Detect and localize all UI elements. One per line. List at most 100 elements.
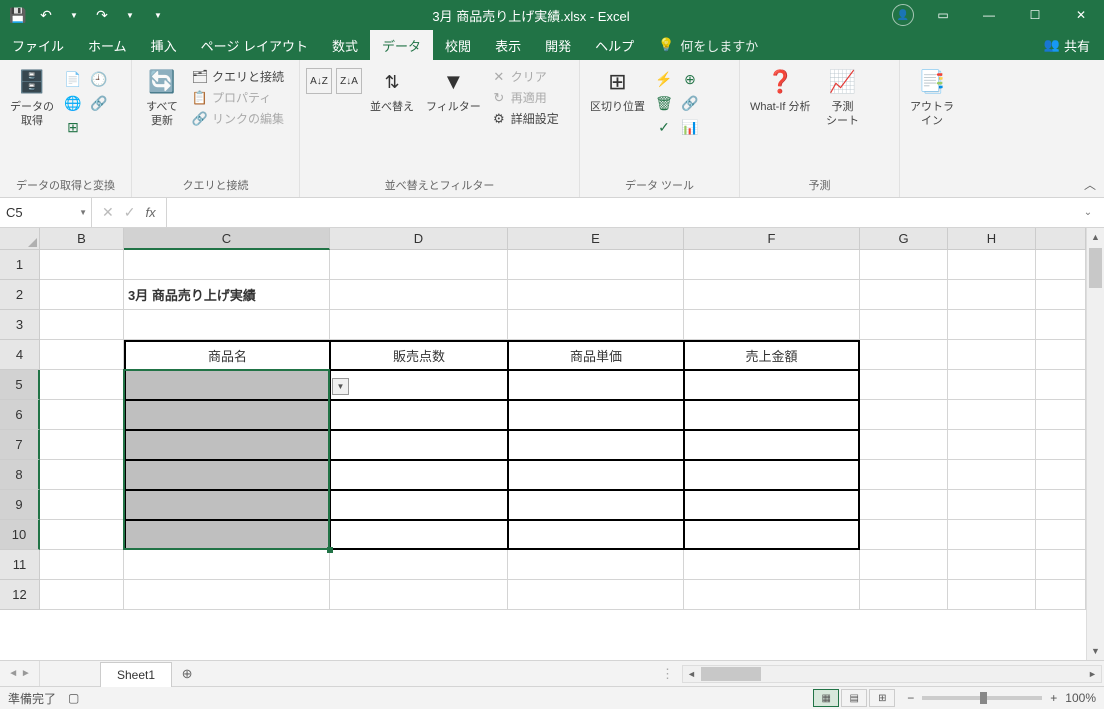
advanced-filter-button[interactable]: ⚙詳細設定 — [489, 108, 561, 129]
row-header-7[interactable]: 7 — [0, 430, 40, 460]
row-header-2[interactable]: 2 — [0, 280, 40, 310]
cell-C11[interactable] — [124, 550, 330, 580]
filter-button[interactable]: ▼ フィルター — [422, 64, 485, 116]
row-header-12[interactable]: 12 — [0, 580, 40, 610]
table-header-0[interactable]: 商品名 — [124, 340, 330, 370]
table-cell-r9-c4[interactable] — [684, 490, 860, 520]
undo-icon[interactable]: ↶ — [34, 3, 58, 27]
name-box[interactable]: C5▼ — [0, 198, 92, 227]
tab-formulas[interactable]: 数式 — [320, 30, 370, 60]
cell-C1[interactable] — [124, 250, 330, 280]
cell-undefined12[interactable] — [1036, 580, 1086, 610]
table-cell-r8-c1[interactable] — [124, 460, 330, 490]
tab-home[interactable]: ホーム — [76, 30, 139, 60]
scroll-left-icon[interactable]: ◄ — [683, 669, 700, 679]
cell-undefined10[interactable] — [1036, 520, 1086, 550]
row-header-1[interactable]: 1 — [0, 250, 40, 280]
text-to-columns-button[interactable]: ⊞ 区切り位置 — [586, 64, 649, 116]
cell-B5[interactable] — [40, 370, 124, 400]
cell-G11[interactable] — [860, 550, 948, 580]
cell-C3[interactable] — [124, 310, 330, 340]
pagelayout-view-button[interactable]: ▤ — [841, 689, 867, 707]
cell-F12[interactable] — [684, 580, 860, 610]
table-cell-r10-c2[interactable] — [330, 520, 508, 550]
row-header-8[interactable]: 8 — [0, 460, 40, 490]
cell-F1[interactable] — [684, 250, 860, 280]
cells-area[interactable]: 3月 商品売り上げ実績商品名販売点数商品単価売上金額▼ — [40, 250, 1086, 660]
table-header-1[interactable]: 販売点数 — [330, 340, 508, 370]
table-cell-r10-c4[interactable] — [684, 520, 860, 550]
from-text-icon[interactable]: 📄 — [62, 68, 84, 90]
expand-formula-icon[interactable]: ⌄ — [1078, 207, 1098, 218]
cell-B9[interactable] — [40, 490, 124, 520]
scroll-up-icon[interactable]: ▲ — [1087, 228, 1104, 246]
table-cell-r7-c1[interactable] — [124, 430, 330, 460]
cell-B12[interactable] — [40, 580, 124, 610]
cell-D1[interactable] — [330, 250, 508, 280]
cell-G12[interactable] — [860, 580, 948, 610]
cell-C12[interactable] — [124, 580, 330, 610]
cell-undefined7[interactable] — [1036, 430, 1086, 460]
cell-H5[interactable] — [948, 370, 1036, 400]
cell-undefined9[interactable] — [1036, 490, 1086, 520]
scroll-right-icon[interactable]: ► — [1084, 669, 1101, 679]
cell-E11[interactable] — [508, 550, 684, 580]
cell-undefined6[interactable] — [1036, 400, 1086, 430]
collapse-ribbon-icon[interactable]: ︿ — [1084, 176, 1096, 193]
queries-connections-button[interactable]: 🗂クエリと接続 — [190, 66, 286, 87]
normal-view-button[interactable]: ▦ — [813, 689, 839, 707]
relationships-icon[interactable]: 🔗 — [679, 92, 701, 114]
get-data-button[interactable]: 🗄️ データの 取得 — [6, 64, 58, 131]
refresh-all-button[interactable]: 🔄 すべて 更新 — [138, 64, 186, 131]
table-cell-r10-c1[interactable] — [124, 520, 330, 550]
pagebreak-view-button[interactable]: ⊞ — [869, 689, 895, 707]
clear-filter-button[interactable]: ✕クリア — [489, 66, 561, 87]
cell-B7[interactable] — [40, 430, 124, 460]
table-cell-r8-c2[interactable] — [330, 460, 508, 490]
cell-B4[interactable] — [40, 340, 124, 370]
undo-dropdown-icon[interactable]: ▼ — [62, 3, 86, 27]
cell-E12[interactable] — [508, 580, 684, 610]
cell-B8[interactable] — [40, 460, 124, 490]
table-cell-r6-c4[interactable] — [684, 400, 860, 430]
namebox-dropdown-icon[interactable]: ▼ — [79, 208, 87, 217]
reapply-button[interactable]: ↻再適用 — [489, 87, 561, 108]
cell-H2[interactable] — [948, 280, 1036, 310]
cell-E2[interactable] — [508, 280, 684, 310]
new-sheet-button[interactable]: ⊕ — [172, 661, 202, 686]
table-cell-r5-c1[interactable] — [124, 370, 330, 400]
hscroll-thumb[interactable] — [701, 667, 761, 681]
table-cell-r7-c4[interactable] — [684, 430, 860, 460]
cell-G2[interactable] — [860, 280, 948, 310]
row-header-3[interactable]: 3 — [0, 310, 40, 340]
cell-H9[interactable] — [948, 490, 1036, 520]
row-header-5[interactable]: 5 — [0, 370, 40, 400]
cell-H10[interactable] — [948, 520, 1036, 550]
column-header-D[interactable]: D — [330, 228, 508, 250]
forecast-sheet-button[interactable]: 📈 予測 シート — [819, 64, 867, 131]
table-cell-r5-c3[interactable] — [508, 370, 684, 400]
from-web-icon[interactable]: 🌐 — [62, 92, 84, 114]
cell-G10[interactable] — [860, 520, 948, 550]
tab-insert[interactable]: 挿入 — [139, 30, 189, 60]
column-header-F[interactable]: F — [684, 228, 860, 250]
cell-H8[interactable] — [948, 460, 1036, 490]
formula-bar[interactable]: ⌄ — [167, 198, 1104, 227]
zoom-out-button[interactable]: − — [907, 691, 914, 705]
table-header-2[interactable]: 商品単価 — [508, 340, 684, 370]
cell-H3[interactable] — [948, 310, 1036, 340]
flash-fill-icon[interactable]: ⚡ — [653, 68, 675, 90]
cell-D12[interactable] — [330, 580, 508, 610]
fx-icon[interactable]: fx — [145, 205, 155, 220]
cell-H6[interactable] — [948, 400, 1036, 430]
table-cell-r9-c3[interactable] — [508, 490, 684, 520]
cell-B10[interactable] — [40, 520, 124, 550]
cell-D2[interactable] — [330, 280, 508, 310]
row-header-4[interactable]: 4 — [0, 340, 40, 370]
save-icon[interactable]: 💾 — [6, 3, 30, 27]
cell-G4[interactable] — [860, 340, 948, 370]
cell-undefined2[interactable] — [1036, 280, 1086, 310]
table-cell-r6-c1[interactable] — [124, 400, 330, 430]
tab-view[interactable]: 表示 — [483, 30, 533, 60]
cancel-formula-icon[interactable]: ✕ — [102, 204, 114, 221]
